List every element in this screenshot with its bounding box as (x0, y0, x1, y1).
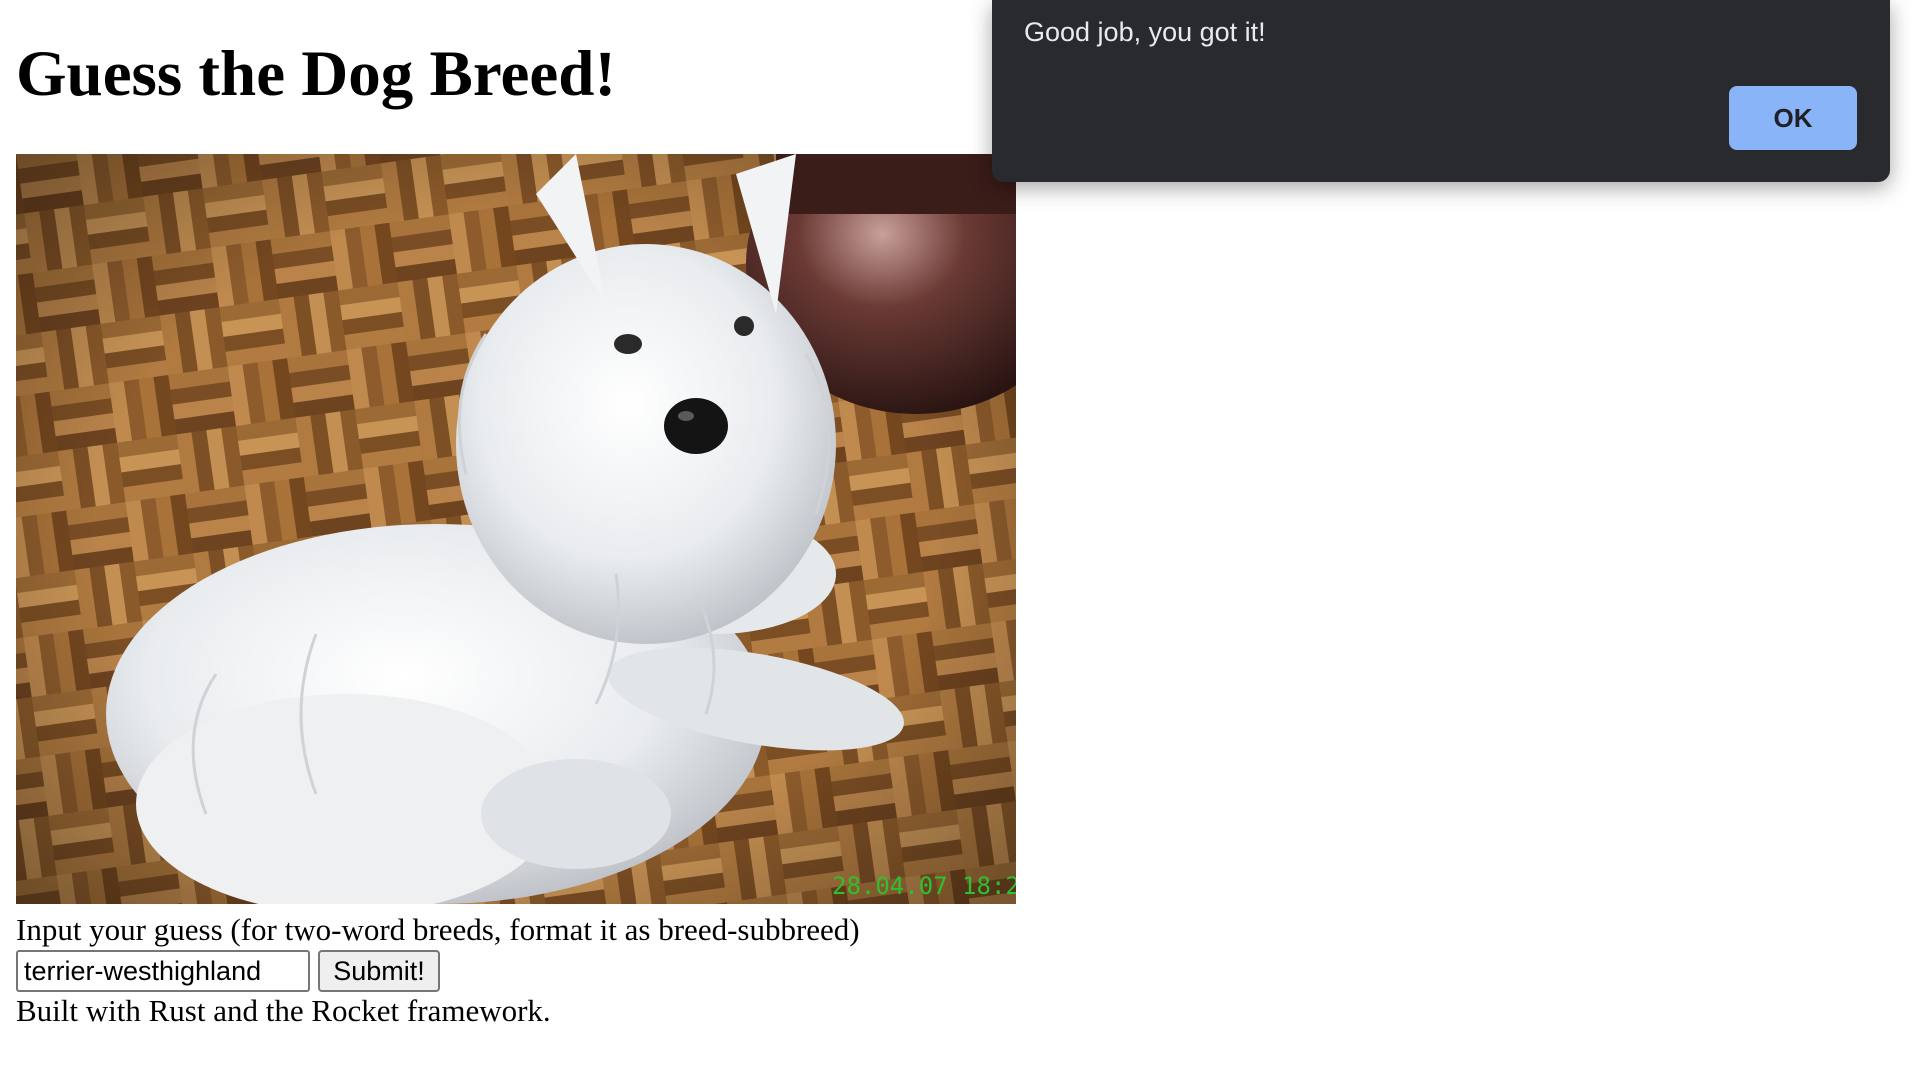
submit-button[interactable]: Submit! (318, 950, 440, 992)
dog-photo: 28.04.07 18:21 (16, 154, 1016, 904)
page-title: Guess the Dog Breed! (16, 38, 617, 110)
page: Guess the Dog Breed! 28.04.07 18:21 Inpu… (0, 0, 1924, 1074)
footer-text: Built with Rust and the Rocket framework… (16, 993, 551, 1028)
alert-ok-button[interactable]: OK (1729, 86, 1857, 150)
alert-message: Good job, you got it! (1024, 17, 1266, 47)
photo-timestamp: 28.04.07 18:21 (832, 872, 1016, 900)
breed-guess-input[interactable] (16, 950, 310, 992)
instructions-label: Input your guess (for two-word breeds, f… (16, 912, 860, 947)
alert-dialog: Good job, you got it! OK (992, 0, 1890, 182)
